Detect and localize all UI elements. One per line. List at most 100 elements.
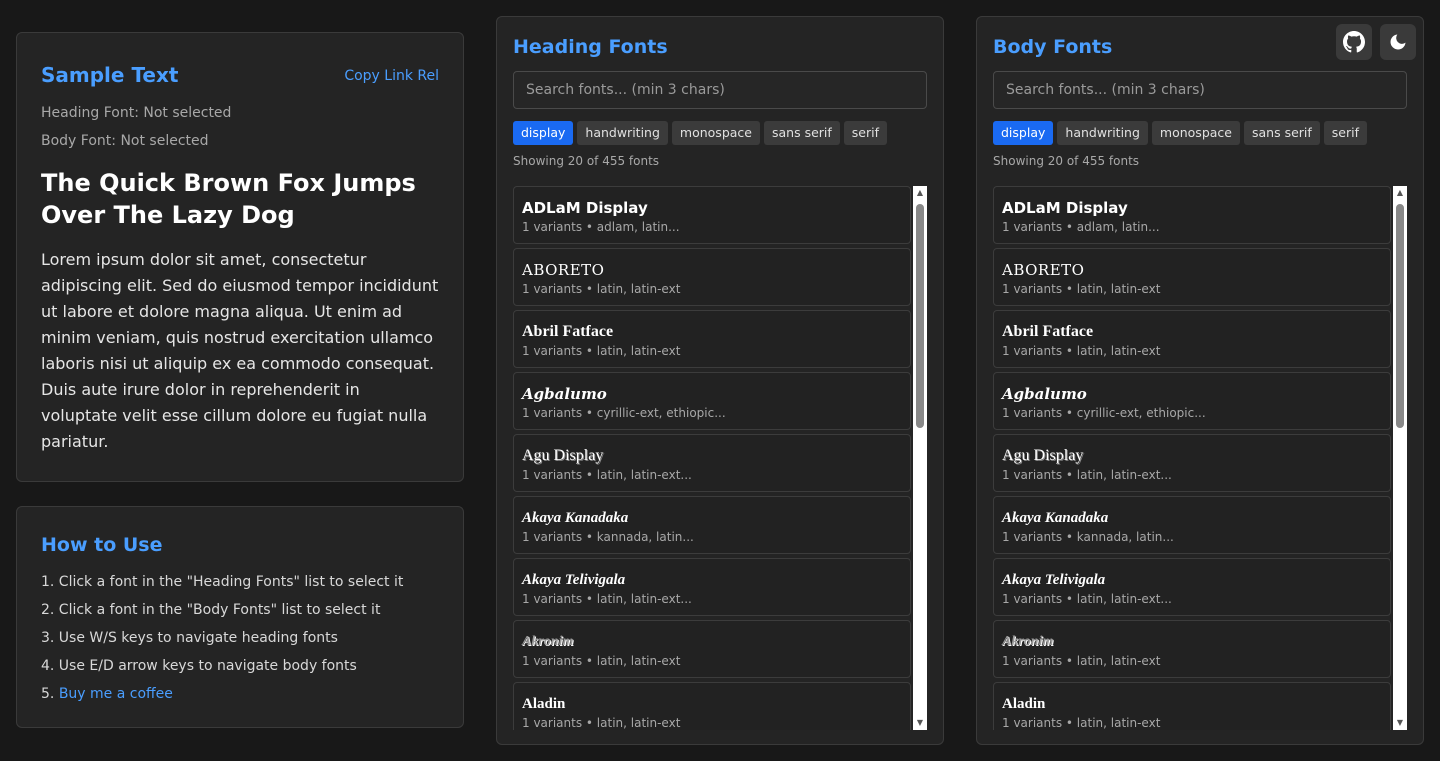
font-list-item[interactable]: Abril Fatface 1 variants • latin, latin-e… <box>993 310 1391 368</box>
body-category-filters: display handwriting monospace sans serif ser… <box>993 121 1407 145</box>
heading-font-list[interactable]: ADLaM Display 1 variants • adlam, latin..… <box>513 186 911 730</box>
font-name: ADLaM Display <box>522 199 648 217</box>
theme-toggle-button[interactable] <box>1380 24 1416 60</box>
body-font-info: Body Font: Not selected <box>41 133 209 149</box>
font-list-item[interactable]: Aladin 1 variants • latin, latin-ext <box>513 682 911 730</box>
font-list-item[interactable]: Agbalumo 1 variants • cyrillic-ext, ethio… <box>513 372 911 430</box>
heading-fonts-title: Heading Fonts <box>513 36 668 58</box>
category-chip-handwriting[interactable]: handwriting <box>1057 121 1148 145</box>
body-font-list-wrap: ADLaM Display 1 variants • adlam, latin..… <box>993 186 1407 730</box>
font-name: Akaya Kanadaka <box>1002 510 1109 526</box>
font-meta: 1 variants • latin, latin-ext <box>522 716 681 730</box>
font-name: Akaya Kanadaka <box>522 510 629 526</box>
font-list-item[interactable]: Agu Display 1 variants • latin, latin-ext… <box>993 434 1391 492</box>
scroll-down-arrow-icon[interactable]: ▼ <box>1393 716 1407 730</box>
heading-font-list-wrap: ADLaM Display 1 variants • adlam, latin..… <box>513 186 927 730</box>
heading-font-list-scrollbar[interactable]: ▲ ▼ <box>913 186 927 730</box>
scroll-up-arrow-icon[interactable]: ▲ <box>913 186 927 200</box>
category-chip-display[interactable]: display <box>513 121 574 145</box>
font-name: Aladin <box>522 696 566 712</box>
sample-heading-text: The Quick Brown Fox Jumps Over The Lazy … <box>41 169 416 229</box>
font-list-item[interactable]: Aladin 1 variants • latin, latin-ext <box>993 682 1391 730</box>
font-meta: 1 variants • cyrillic-ext, ethiopic... <box>522 406 726 420</box>
github-icon <box>1343 31 1365 53</box>
font-meta: 1 variants • latin, latin-ext... <box>1002 468 1172 482</box>
category-chip-display[interactable]: display <box>993 121 1054 145</box>
font-name: Agbalumo <box>522 385 607 403</box>
font-meta: 1 variants • kannada, latin... <box>1002 530 1174 544</box>
heading-font-count: Showing 20 of 455 fonts <box>513 154 660 168</box>
buy-me-a-coffee-link[interactable]: Buy me a coffee <box>59 686 173 702</box>
font-list-item[interactable]: ABORETO 1 variants • latin, latin-ext <box>513 248 911 306</box>
font-list-item[interactable]: Akronim 1 variants • latin, latin-ext <box>993 620 1391 678</box>
font-info: Heading Font: Not selected Body Font: No… <box>41 99 439 155</box>
font-meta: 1 variants • latin, latin-ext <box>1002 282 1161 296</box>
category-chip-handwriting[interactable]: handwriting <box>577 121 668 145</box>
how-to-step: 4. Use E/D arrow keys to navigate body f… <box>41 658 357 674</box>
font-list-item[interactable]: ABORETO 1 variants • latin, latin-ext <box>993 248 1391 306</box>
font-name: Agu Display <box>1002 447 1084 464</box>
scrollbar-thumb[interactable] <box>1396 204 1404 428</box>
font-name: Akaya Telivigala <box>522 572 626 588</box>
scrollbar-thumb[interactable] <box>916 204 924 428</box>
moon-icon <box>1390 34 1406 50</box>
font-list-item[interactable]: Akaya Telivigala 1 variants • latin, lati… <box>993 558 1391 616</box>
step5-prefix: 5. <box>41 686 59 702</box>
category-chip-monospace[interactable]: monospace <box>1151 121 1240 145</box>
how-to-step: 2. Click a font in the "Body Fonts" list… <box>41 602 381 618</box>
font-meta: 1 variants • latin, latin-ext <box>1002 654 1161 668</box>
font-meta: 1 variants • latin, latin-ext... <box>1002 592 1172 606</box>
font-meta: 1 variants • latin, latin-ext... <box>522 592 692 606</box>
category-chip-sans-serif[interactable]: sans serif <box>1243 121 1320 145</box>
font-name: Akronim <box>522 634 574 649</box>
font-meta: 1 variants • cyrillic-ext, ethiopic... <box>1002 406 1206 420</box>
font-name: Akaya Telivigala <box>1002 572 1106 588</box>
how-to-step: 5. Buy me a coffee <box>41 680 439 708</box>
body-font-list[interactable]: ADLaM Display 1 variants • adlam, latin..… <box>993 186 1391 730</box>
how-to-use-title: How to Use <box>41 534 163 556</box>
font-list-item[interactable]: Agbalumo 1 variants • cyrillic-ext, ethio… <box>993 372 1391 430</box>
font-list-item[interactable]: ADLaM Display 1 variants • adlam, latin..… <box>993 186 1391 244</box>
font-meta: 1 variants • kannada, latin... <box>522 530 694 544</box>
font-meta: 1 variants • latin, latin-ext <box>1002 344 1161 358</box>
body-font-search-input[interactable] <box>993 71 1407 109</box>
font-name: Akronim <box>1002 634 1054 649</box>
heading-fonts-panel: Heading Fonts displayhandwritingmonospac… <box>496 16 944 745</box>
sample-title-row: Sample Text Copy Link Rel <box>41 63 439 87</box>
font-list-item[interactable]: ADLaM Display 1 variants • adlam, latin..… <box>513 186 911 244</box>
copy-link-button[interactable]: Copy Link Rel <box>344 68 439 84</box>
category-chip-monospace[interactable]: monospace <box>671 121 760 145</box>
sample-title: Sample Text <box>41 63 179 87</box>
font-name: ADLaM Display <box>1002 199 1128 217</box>
how-to-step: 1. Click a font in the "Heading Fonts" l… <box>41 574 404 590</box>
how-to-use-card: How to Use 1. Click a font in the "Headi… <box>16 506 464 728</box>
scroll-up-arrow-icon[interactable]: ▲ <box>1393 186 1407 200</box>
font-list-item[interactable]: Akronim 1 variants • latin, latin-ext <box>513 620 911 678</box>
font-list-item[interactable]: Abril Fatface 1 variants • latin, latin-e… <box>513 310 911 368</box>
font-list-item[interactable]: Agu Display 1 variants • latin, latin-ext… <box>513 434 911 492</box>
heading-font-search-input[interactable] <box>513 71 927 109</box>
font-name: Abril Fatface <box>1002 323 1094 340</box>
font-meta: 1 variants • latin, latin-ext <box>522 344 681 358</box>
font-name: Aladin <box>1002 696 1046 712</box>
category-chip-serif[interactable]: serif <box>843 121 887 145</box>
font-list-item[interactable]: Akaya Kanadaka 1 variants • kannada, lati… <box>513 496 911 554</box>
font-meta: 1 variants • latin, latin-ext <box>522 654 681 668</box>
github-button[interactable] <box>1336 24 1372 60</box>
font-name: Agbalumo <box>1002 385 1087 403</box>
how-to-use-steps: 1. Click a font in the "Heading Fonts" l… <box>41 568 439 708</box>
category-chip-serif[interactable]: serif <box>1323 121 1367 145</box>
how-to-step: 3. Use W/S keys to navigate heading font… <box>41 630 338 646</box>
font-meta: 1 variants • latin, latin-ext... <box>522 468 692 482</box>
font-name: Agu Display <box>522 447 604 464</box>
font-meta: 1 variants • latin, latin-ext <box>1002 716 1161 730</box>
sample-text-card: Sample Text Copy Link Rel Heading Font: … <box>16 32 464 482</box>
heading-font-info: Heading Font: Not selected <box>41 105 232 121</box>
scroll-down-arrow-icon[interactable]: ▼ <box>913 716 927 730</box>
font-list-item[interactable]: Akaya Telivigala 1 variants • latin, lati… <box>513 558 911 616</box>
font-name: ABORETO <box>1002 261 1085 279</box>
body-font-list-scrollbar[interactable]: ▲ ▼ <box>1393 186 1407 730</box>
category-chip-sans-serif[interactable]: sans serif <box>763 121 840 145</box>
font-list-item[interactable]: Akaya Kanadaka 1 variants • kannada, lati… <box>993 496 1391 554</box>
font-meta: 1 variants • adlam, latin... <box>1002 220 1160 234</box>
